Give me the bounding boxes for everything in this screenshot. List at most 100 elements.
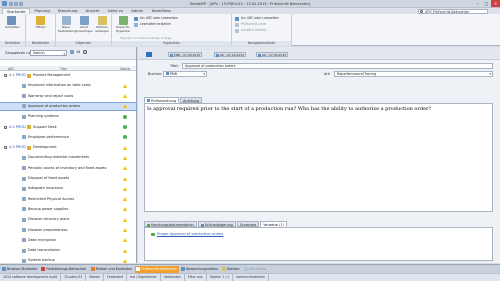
document-icon [22,176,26,181]
status-warning-icon [123,197,127,202]
new-finding-label: Neue Feststellung [58,25,77,33]
tree-code: A.2 PROD [9,124,26,129]
document-icon [22,238,26,243]
filter-search-icon[interactable] [83,50,87,54]
status-warning-icon [123,104,127,109]
signoff-chip-2[interactable]: AK - 07.04.2015 [214,52,247,57]
tree-item-row[interactable]: Planning systems [0,113,136,120]
reference-link[interactable]: Proper Approval of production orders [157,232,223,236]
arc-read-button[interactable]: Arc ARC oder Leseseiten [134,16,178,21]
document-icon [22,94,26,99]
chevron-down-icon: ▾ [489,72,491,76]
collapse-icon[interactable]: − [4,125,7,129]
nav-level-label: Prüfschritt-Level [241,22,267,26]
tree-item-row[interactable]: Improved information on total costs [0,82,136,89]
taskbar-risks[interactable]: Risiken und Kontrollen [90,266,135,273]
tree-item-row[interactable]: Data transmission [0,247,136,254]
open-button-label: Öffnen [35,25,46,29]
taskbar-deviation-label: Abweichungsstatus [186,266,219,271]
taskbar-deviation[interactable]: Abweichungsstatus [180,266,220,273]
nav-view-button[interactable]: Ausblick Ansicht [235,28,266,33]
notes-icon [97,16,107,25]
nav-level-button[interactable]: Prüfschritt-Level [235,22,266,27]
title-label: Titel: [170,64,179,68]
read-icon [134,22,138,27]
status-warning-icon [123,207,127,212]
art-select[interactable]: Reperformance/Tracing ▾ [334,71,493,77]
status-phase: Feldarbeit [104,274,128,281]
group-label-navigation: Navigationsleiste [232,41,291,46]
minimize-icon[interactable]: – [473,0,482,7]
search-icon [420,10,423,13]
tree-group-row[interactable]: − A.1 PROD Product Management [0,72,136,79]
taskbar-time-planner[interactable]: Zeit-Planer [243,266,269,273]
arc-icon [134,16,138,21]
status-done-icon [123,135,127,140]
expand-all-icon[interactable] [70,50,74,54]
tree-item-row[interactable]: Data encryption [0,237,136,244]
tree-item-row[interactable]: Approval of production orders [0,101,137,111]
tree-item-row[interactable]: Disposal of fixed assets [0,175,136,182]
nav-arc-button[interactable]: Arc ARC oder Leseseiten [235,16,279,21]
create-read-button[interactable]: Leseseiten erstellen [134,22,171,27]
buchen-select[interactable]: PNB ▾ [163,71,207,77]
title-field[interactable]: Approval of production orders [182,63,493,69]
maximize-icon[interactable]: □ [482,0,491,7]
tree-group-row[interactable]: − A.3 PROD Development [0,144,136,151]
document-icon [22,197,26,202]
open-button[interactable]: Öffnen [34,16,47,38]
taskbar-findings[interactable]: Feststellungs-Betrachter [40,266,88,273]
document-icon [22,104,26,109]
taskbar-step-viewer[interactable]: Prüfschritt-Betrachter [135,265,180,273]
group-by-select[interactable]: (keine) ▾ [30,50,67,56]
tree-item-row[interactable]: Employee performance [0,134,136,141]
taskbar-browser[interactable]: Browser-Startseite [1,266,39,273]
signoff-icon [170,53,173,57]
tree-item-row[interactable]: Disaster preparedness [0,227,136,234]
new-finding-button[interactable]: Neue Feststellung [58,16,77,38]
chevron-down-icon: ▾ [63,51,65,56]
nav-arc-label: Arc ARC oder Leseseiten [241,16,279,20]
collapse-icon[interactable]: − [4,74,7,77]
group-label-general: Allgemein [56,41,111,46]
status-owner: me / Eigentümer [127,274,161,281]
signoff-chip-1-text: PNB - 07.04.2015 [174,53,201,57]
tree-item-row[interactable]: Restricted Physical Access [0,196,136,203]
collapse-icon[interactable]: − [4,146,7,150]
folder-icon [27,125,31,129]
tree-item-label: Disposal of fixed assets [28,176,70,180]
signoff-chip-1[interactable]: PNB - 07.04.2015 [168,52,203,57]
nav-level-icon [235,22,239,27]
add-call-button[interactable]: Abruf hinzufügen [76,16,93,38]
close-icon[interactable]: × [491,0,500,7]
close-button-label: Schließen [5,25,20,29]
search-input[interactable]: APV Prüfschritt-Betrachter [418,8,488,14]
procedure-editor[interactable]: Is approval required prior to the start … [144,103,493,212]
show-notes-button[interactable]: Notizen anzeigen [94,16,110,38]
tree-item-row[interactable]: Disaster recovery plans [0,216,136,223]
art-value: Reperformance/Tracing [337,72,377,76]
tree-item-label: Approval of production orders [28,103,81,108]
copy-link-icon [118,16,128,25]
folder-icon [27,73,31,78]
taskbar-notes[interactable]: Notizen [221,266,242,273]
tree-item-row[interactable]: Periodic counts of inventory and fixed a… [0,165,136,172]
signoff-chip-3[interactable]: AK - 07.04.2015 [256,52,289,57]
close-doc-icon [7,16,16,25]
document-icon [22,186,26,191]
status-master: Master [86,274,105,281]
home-icon [2,267,6,271]
tree-counter: 16 [76,50,81,54]
tree-item-row[interactable]: Documenting material movements [0,154,136,161]
tree-group-row[interactable]: − A.2 PROD Support Desk [0,124,136,131]
step-icon [136,267,141,271]
copy-for-hyperlink-button[interactable]: Kopie für Hyperlink [114,16,132,38]
signoff-icon [216,53,219,57]
tree-item-row[interactable]: Backup power supplies [0,206,136,213]
document-icon [22,135,26,140]
tree-item-row[interactable]: Warranty and repair costs [0,93,136,100]
group-label-close: Schließen [0,41,25,46]
close-button[interactable]: Schließen [5,16,20,38]
tree-item-row[interactable]: Adequate insurance [0,185,136,192]
tree-item-label: Periodic counts of inventory and fixed a… [28,165,107,170]
